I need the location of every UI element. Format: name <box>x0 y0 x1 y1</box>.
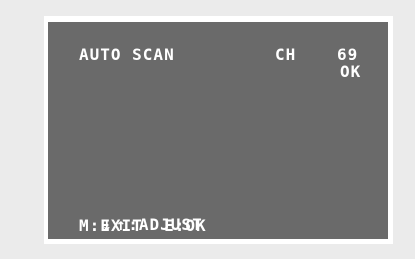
channel-label: CH <box>275 45 297 64</box>
channel-number: 69 <box>337 45 359 64</box>
ok-text: E:OK <box>164 216 207 235</box>
scan-status: OK <box>340 62 362 81</box>
exit-text: M:EXIT <box>79 216 143 235</box>
osd-title: AUTO SCAN <box>79 45 175 64</box>
exit-ok-hint: M:EXIT E:OK <box>79 218 207 234</box>
